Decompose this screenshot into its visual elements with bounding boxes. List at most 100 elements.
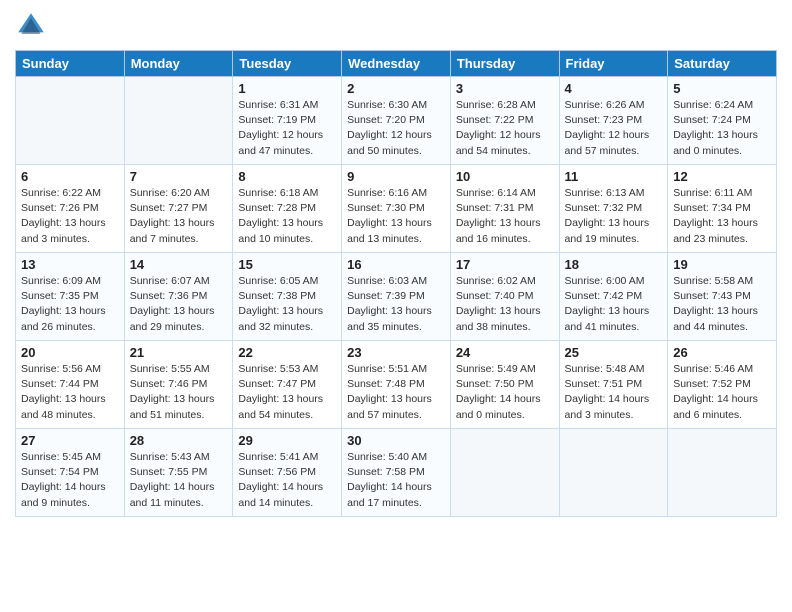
day-number: 21 — [130, 345, 228, 360]
day-number: 23 — [347, 345, 445, 360]
day-cell: 27 Sunrise: 5:45 AM Sunset: 7:54 PM Dayli… — [16, 429, 125, 517]
day-cell: 21 Sunrise: 5:55 AM Sunset: 7:46 PM Dayli… — [124, 341, 233, 429]
day-cell: 7 Sunrise: 6:20 AM Sunset: 7:27 PM Daylig… — [124, 165, 233, 253]
day-number: 5 — [673, 81, 771, 96]
day-number: 9 — [347, 169, 445, 184]
day-number: 25 — [565, 345, 663, 360]
day-number: 7 — [130, 169, 228, 184]
col-header-wednesday: Wednesday — [342, 51, 451, 77]
day-cell: 16 Sunrise: 6:03 AM Sunset: 7:39 PM Dayli… — [342, 253, 451, 341]
day-info: Sunrise: 6:14 AM Sunset: 7:31 PM Dayligh… — [456, 186, 554, 247]
day-cell: 1Sunrise: 6:31 AM Sunset: 7:19 PM Daylig… — [233, 77, 342, 165]
day-info: Sunrise: 5:41 AM Sunset: 7:56 PM Dayligh… — [238, 450, 336, 511]
day-cell: 4 Sunrise: 6:26 AM Sunset: 7:23 PM Daylig… — [559, 77, 668, 165]
logo-icon — [15, 10, 47, 42]
day-info: Sunrise: 5:40 AM Sunset: 7:58 PM Dayligh… — [347, 450, 445, 511]
day-info: Sunrise: 5:55 AM Sunset: 7:46 PM Dayligh… — [130, 362, 228, 423]
col-header-tuesday: Tuesday — [233, 51, 342, 77]
day-cell: 15 Sunrise: 6:05 AM Sunset: 7:38 PM Dayli… — [233, 253, 342, 341]
day-cell: 26 Sunrise: 5:46 AM Sunset: 7:52 PM Dayli… — [668, 341, 777, 429]
col-header-thursday: Thursday — [450, 51, 559, 77]
day-number: 8 — [238, 169, 336, 184]
calendar-header-row: SundayMondayTuesdayWednesdayThursdayFrid… — [16, 51, 777, 77]
day-info: Sunrise: 6:30 AM Sunset: 7:20 PM Dayligh… — [347, 98, 445, 159]
day-cell: 12Sunrise: 6:11 AM Sunset: 7:34 PM Dayli… — [668, 165, 777, 253]
day-info: Sunrise: 6:05 AM Sunset: 7:38 PM Dayligh… — [238, 274, 336, 335]
day-number: 15 — [238, 257, 336, 272]
day-info: Sunrise: 6:26 AM Sunset: 7:23 PM Dayligh… — [565, 98, 663, 159]
day-number: 14 — [130, 257, 228, 272]
week-row-2: 6 Sunrise: 6:22 AM Sunset: 7:26 PM Daylig… — [16, 165, 777, 253]
day-info: Sunrise: 5:51 AM Sunset: 7:48 PM Dayligh… — [347, 362, 445, 423]
day-number: 19 — [673, 257, 771, 272]
day-info: Sunrise: 6:07 AM Sunset: 7:36 PM Dayligh… — [130, 274, 228, 335]
day-info: Sunrise: 5:49 AM Sunset: 7:50 PM Dayligh… — [456, 362, 554, 423]
day-info: Sunrise: 6:31 AM Sunset: 7:19 PM Dayligh… — [238, 98, 336, 159]
day-info: Sunrise: 6:09 AM Sunset: 7:35 PM Dayligh… — [21, 274, 119, 335]
week-row-4: 20 Sunrise: 5:56 AM Sunset: 7:44 PM Dayli… — [16, 341, 777, 429]
day-cell: 10 Sunrise: 6:14 AM Sunset: 7:31 PM Dayli… — [450, 165, 559, 253]
day-info: Sunrise: 5:56 AM Sunset: 7:44 PM Dayligh… — [21, 362, 119, 423]
day-number: 26 — [673, 345, 771, 360]
day-info: Sunrise: 5:46 AM Sunset: 7:52 PM Dayligh… — [673, 362, 771, 423]
day-cell — [124, 77, 233, 165]
day-cell: 20 Sunrise: 5:56 AM Sunset: 7:44 PM Dayli… — [16, 341, 125, 429]
day-cell: 8 Sunrise: 6:18 AM Sunset: 7:28 PM Daylig… — [233, 165, 342, 253]
day-info: Sunrise: 6:16 AM Sunset: 7:30 PM Dayligh… — [347, 186, 445, 247]
day-info: Sunrise: 6:13 AM Sunset: 7:32 PM Dayligh… — [565, 186, 663, 247]
day-cell: 11 Sunrise: 6:13 AM Sunset: 7:32 PM Dayli… — [559, 165, 668, 253]
day-cell: 22 Sunrise: 5:53 AM Sunset: 7:47 PM Dayli… — [233, 341, 342, 429]
day-info: Sunrise: 6:22 AM Sunset: 7:26 PM Dayligh… — [21, 186, 119, 247]
day-info: Sunrise: 6:00 AM Sunset: 7:42 PM Dayligh… — [565, 274, 663, 335]
day-number: 6 — [21, 169, 119, 184]
day-cell: 19 Sunrise: 5:58 AM Sunset: 7:43 PM Dayli… — [668, 253, 777, 341]
day-info: Sunrise: 5:53 AM Sunset: 7:47 PM Dayligh… — [238, 362, 336, 423]
day-number: 12 — [673, 169, 771, 184]
day-number: 18 — [565, 257, 663, 272]
day-number: 17 — [456, 257, 554, 272]
day-cell: 29 Sunrise: 5:41 AM Sunset: 7:56 PM Dayli… — [233, 429, 342, 517]
day-number: 3 — [456, 81, 554, 96]
day-number: 2 — [347, 81, 445, 96]
day-number: 22 — [238, 345, 336, 360]
day-info: Sunrise: 6:18 AM Sunset: 7:28 PM Dayligh… — [238, 186, 336, 247]
day-cell — [450, 429, 559, 517]
col-header-sunday: Sunday — [16, 51, 125, 77]
day-cell: 6 Sunrise: 6:22 AM Sunset: 7:26 PM Daylig… — [16, 165, 125, 253]
header — [15, 10, 777, 42]
day-cell: 18 Sunrise: 6:00 AM Sunset: 7:42 PM Dayli… — [559, 253, 668, 341]
page-container: SundayMondayTuesdayWednesdayThursdayFrid… — [0, 0, 792, 527]
day-info: Sunrise: 5:43 AM Sunset: 7:55 PM Dayligh… — [130, 450, 228, 511]
col-header-monday: Monday — [124, 51, 233, 77]
day-cell: 28 Sunrise: 5:43 AM Sunset: 7:55 PM Dayli… — [124, 429, 233, 517]
day-cell: 3 Sunrise: 6:28 AM Sunset: 7:22 PM Daylig… — [450, 77, 559, 165]
day-cell — [559, 429, 668, 517]
day-number: 24 — [456, 345, 554, 360]
day-number: 20 — [21, 345, 119, 360]
day-number: 29 — [238, 433, 336, 448]
day-info: Sunrise: 6:24 AM Sunset: 7:24 PM Dayligh… — [673, 98, 771, 159]
day-number: 4 — [565, 81, 663, 96]
day-number: 30 — [347, 433, 445, 448]
day-number: 10 — [456, 169, 554, 184]
day-number: 13 — [21, 257, 119, 272]
day-cell: 2 Sunrise: 6:30 AM Sunset: 7:20 PM Daylig… — [342, 77, 451, 165]
col-header-friday: Friday — [559, 51, 668, 77]
day-cell: 9 Sunrise: 6:16 AM Sunset: 7:30 PM Daylig… — [342, 165, 451, 253]
day-cell: 17 Sunrise: 6:02 AM Sunset: 7:40 PM Dayli… — [450, 253, 559, 341]
day-cell: 23 Sunrise: 5:51 AM Sunset: 7:48 PM Dayli… — [342, 341, 451, 429]
day-cell — [16, 77, 125, 165]
day-number: 28 — [130, 433, 228, 448]
day-number: 16 — [347, 257, 445, 272]
day-info: Sunrise: 6:28 AM Sunset: 7:22 PM Dayligh… — [456, 98, 554, 159]
day-number: 11 — [565, 169, 663, 184]
day-cell: 25Sunrise: 5:48 AM Sunset: 7:51 PM Dayli… — [559, 341, 668, 429]
day-info: Sunrise: 5:45 AM Sunset: 7:54 PM Dayligh… — [21, 450, 119, 511]
day-info: Sunrise: 6:03 AM Sunset: 7:39 PM Dayligh… — [347, 274, 445, 335]
day-info: Sunrise: 5:58 AM Sunset: 7:43 PM Dayligh… — [673, 274, 771, 335]
day-number: 27 — [21, 433, 119, 448]
day-info: Sunrise: 6:02 AM Sunset: 7:40 PM Dayligh… — [456, 274, 554, 335]
day-cell: 5 Sunrise: 6:24 AM Sunset: 7:24 PM Daylig… — [668, 77, 777, 165]
day-info: Sunrise: 6:20 AM Sunset: 7:27 PM Dayligh… — [130, 186, 228, 247]
calendar-table: SundayMondayTuesdayWednesdayThursdayFrid… — [15, 50, 777, 517]
